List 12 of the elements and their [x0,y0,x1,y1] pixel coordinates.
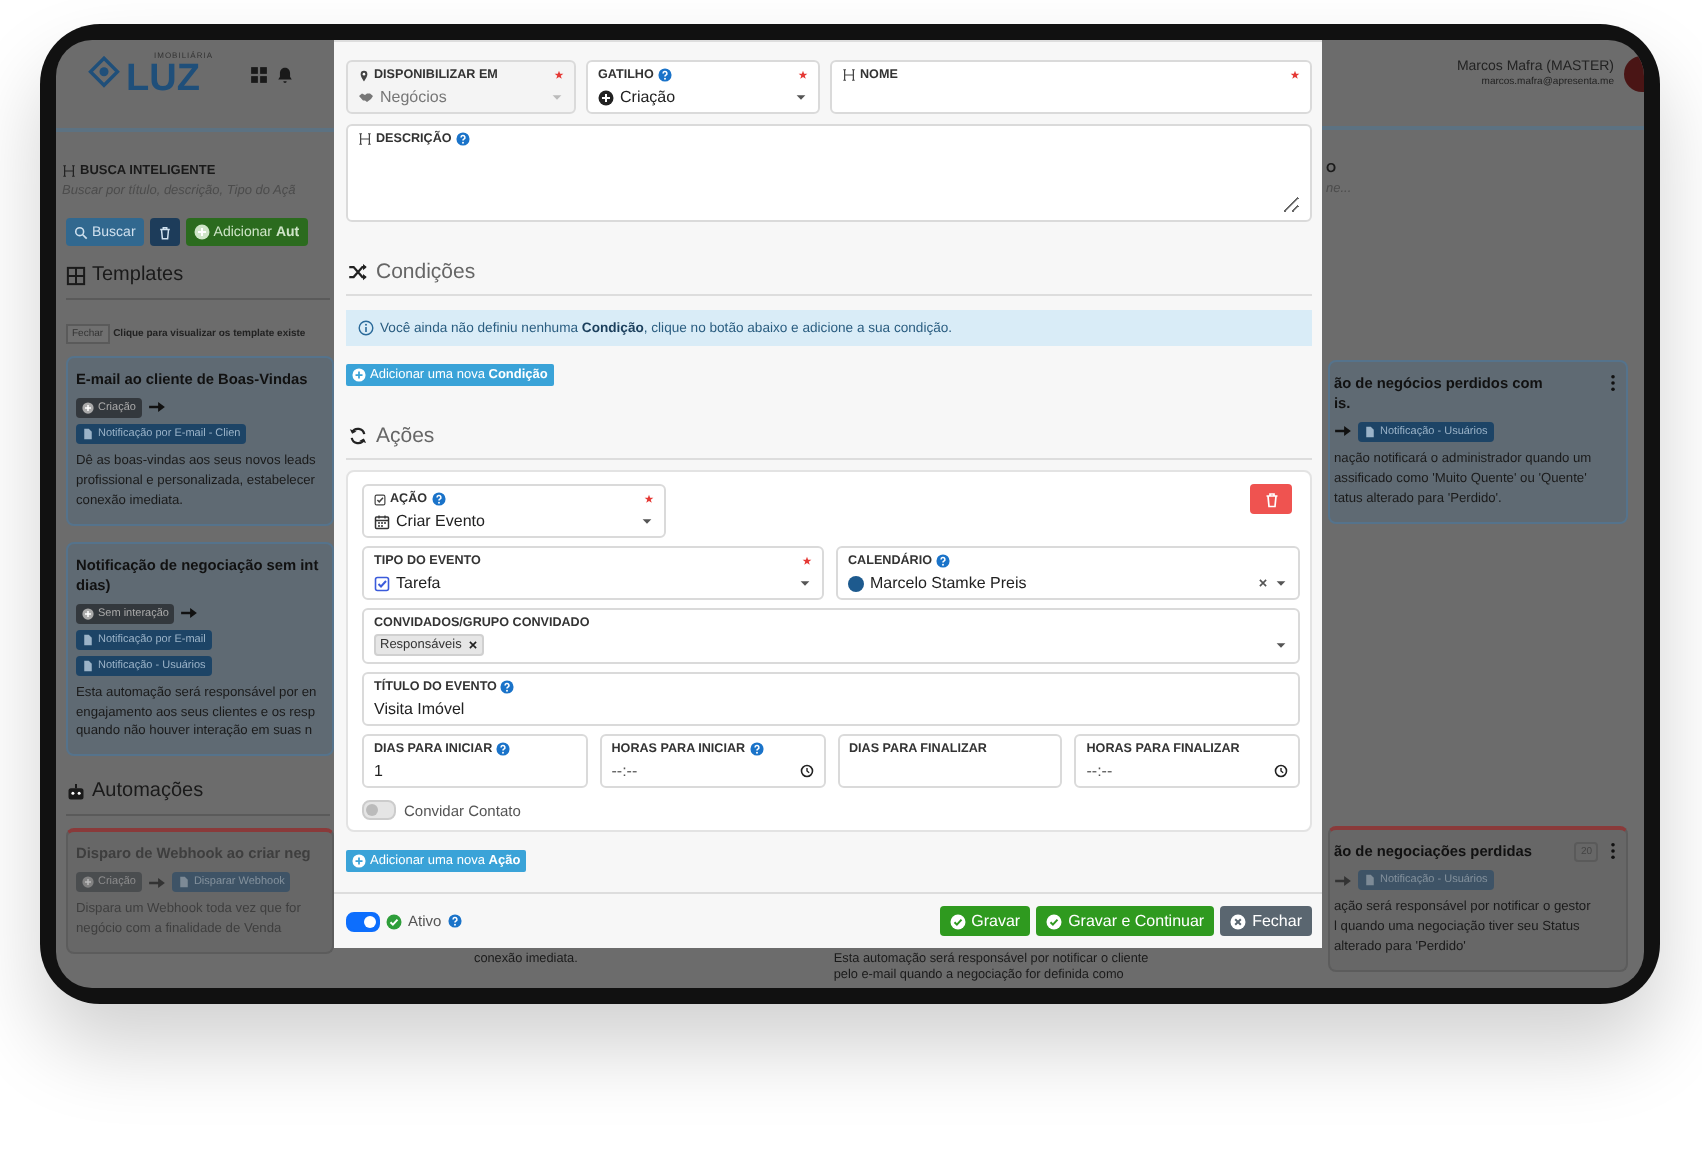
footer-button[interactable]: Gravar [939,906,1031,936]
logo-text: LUZ [126,59,200,97]
time-input[interactable]: --:-- [1086,762,1268,780]
section-heading: Ações [346,424,1312,460]
section-heading: Condições [346,260,1312,296]
footer-button[interactable]: Fechar [1220,906,1312,936]
number-input[interactable]: 1 [374,762,576,780]
text-input[interactable]: Visita Imóvel [374,700,1288,718]
section-heading: Templates [66,264,330,300]
time-input[interactable]: --:-- [611,762,793,780]
section-heading: Automações [66,780,330,817]
footer-button[interactable]: Gravar e Continuar [1036,906,1215,936]
